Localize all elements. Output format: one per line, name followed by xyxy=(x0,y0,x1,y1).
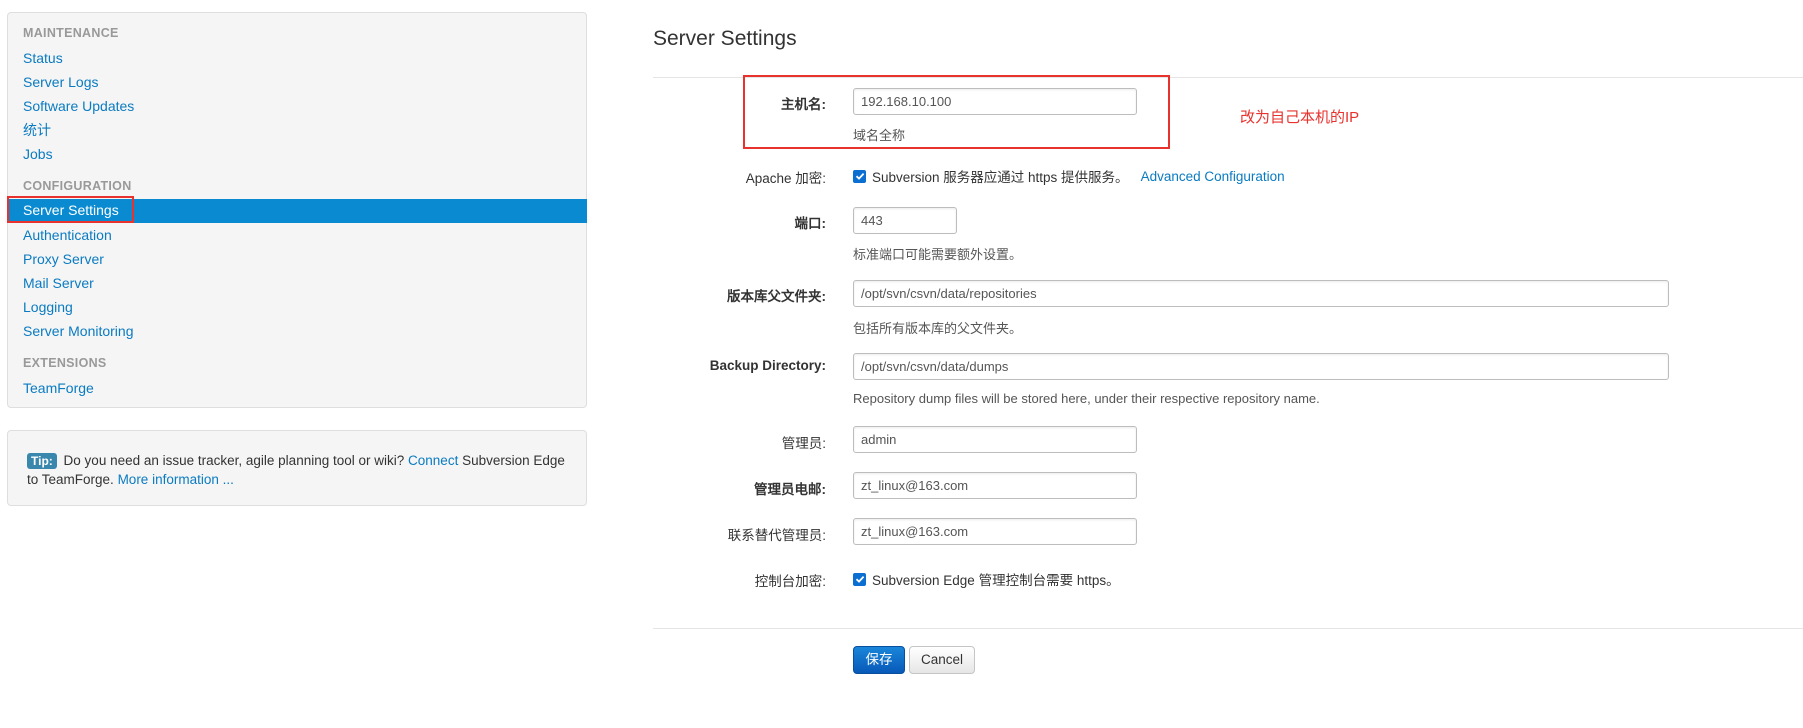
divider-bottom xyxy=(653,628,1803,629)
hostname-label: 主机名: xyxy=(781,97,826,112)
apache-encryption-row: Subversion 服务器应通过 https 提供服务。 Advanced C… xyxy=(853,166,1285,186)
alt-admin-label: 联系替代管理员: xyxy=(727,528,826,543)
port-help: 标准端口可能需要额外设置。 xyxy=(853,247,1023,262)
console-encryption-label: 控制台加密: xyxy=(754,574,826,589)
backup-dir-label: Backup Directory: xyxy=(709,358,826,373)
apache-encryption-text: Subversion 服务器应通过 https 提供服务。 xyxy=(872,170,1129,185)
admin-label: 管理员: xyxy=(781,436,826,451)
hostname-input[interactable] xyxy=(853,88,1137,115)
sidebar-item-jobs[interactable]: Jobs xyxy=(23,145,53,163)
sidebar-item-server-logs[interactable]: Server Logs xyxy=(23,73,98,91)
console-encryption-checkbox[interactable] xyxy=(853,572,866,586)
sidebar-item-statistics[interactable]: 统计 xyxy=(23,121,51,139)
sidebar-item-label: Server Settings xyxy=(23,202,119,218)
sidebar-item-authentication[interactable]: Authentication xyxy=(23,226,112,244)
sidebar-nav: MAINTENANCE Status Server Logs Software … xyxy=(7,12,587,408)
sidebar-item-status[interactable]: Status xyxy=(23,49,63,67)
repo-parent-help: 包括所有版本库的父文件夹。 xyxy=(853,321,1023,336)
apache-encryption-label: Apache 加密: xyxy=(745,171,826,186)
console-encryption-text: Subversion Edge 管理控制台需要 https。 xyxy=(872,573,1120,588)
tip-badge: Tip: xyxy=(27,453,57,469)
save-button[interactable]: 保存 xyxy=(853,646,905,674)
check-icon xyxy=(855,172,864,180)
nav-header-extensions: EXTENSIONS xyxy=(23,356,107,370)
port-input[interactable] xyxy=(853,207,957,234)
page-title: Server Settings xyxy=(653,27,797,50)
apache-encryption-checkbox[interactable] xyxy=(853,169,866,183)
repo-parent-input[interactable] xyxy=(853,280,1669,307)
repo-parent-label: 版本库父文件夹: xyxy=(727,289,826,304)
tip-text-before: Do you need an issue tracker, agile plan… xyxy=(63,453,405,468)
sidebar-item-proxy-server[interactable]: Proxy Server xyxy=(23,250,104,268)
sidebar-item-mail-server[interactable]: Mail Server xyxy=(23,274,94,292)
sidebar-item-server-settings[interactable]: Server Settings xyxy=(8,199,587,223)
more-information-link[interactable]: More information ... xyxy=(118,472,234,487)
sidebar-item-teamforge[interactable]: TeamForge xyxy=(23,379,94,397)
cancel-button[interactable]: Cancel xyxy=(909,646,975,674)
sidebar-item-software-updates[interactable]: Software Updates xyxy=(23,97,134,115)
admin-input[interactable] xyxy=(853,426,1137,453)
divider-top xyxy=(653,77,1803,78)
backup-dir-input[interactable] xyxy=(853,353,1669,380)
alt-admin-input[interactable] xyxy=(853,518,1137,545)
advanced-configuration-link[interactable]: Advanced Configuration xyxy=(1141,169,1285,184)
check-icon xyxy=(855,575,864,583)
nav-header-configuration: CONFIGURATION xyxy=(23,179,132,193)
hostname-help: 域名全称 xyxy=(853,128,906,143)
tip-text: Tip: Do you need an issue tracker, agile… xyxy=(27,451,567,489)
nav-header-maintenance: MAINTENANCE xyxy=(23,26,119,40)
admin-email-label: 管理员电邮: xyxy=(754,482,826,497)
sidebar-item-server-monitoring[interactable]: Server Monitoring xyxy=(23,322,134,340)
admin-email-input[interactable] xyxy=(853,472,1137,499)
sidebar-item-logging[interactable]: Logging xyxy=(23,298,73,316)
backup-dir-help: Repository dump files will be stored her… xyxy=(853,391,1320,406)
port-label: 端口: xyxy=(794,216,827,231)
console-encryption-row: Subversion Edge 管理控制台需要 https。 xyxy=(853,569,1120,589)
tip-box: Tip: Do you need an issue tracker, agile… xyxy=(7,430,587,506)
annotation-text: 改为自己本机的IP xyxy=(1240,109,1360,126)
connect-link[interactable]: Connect xyxy=(408,453,458,468)
